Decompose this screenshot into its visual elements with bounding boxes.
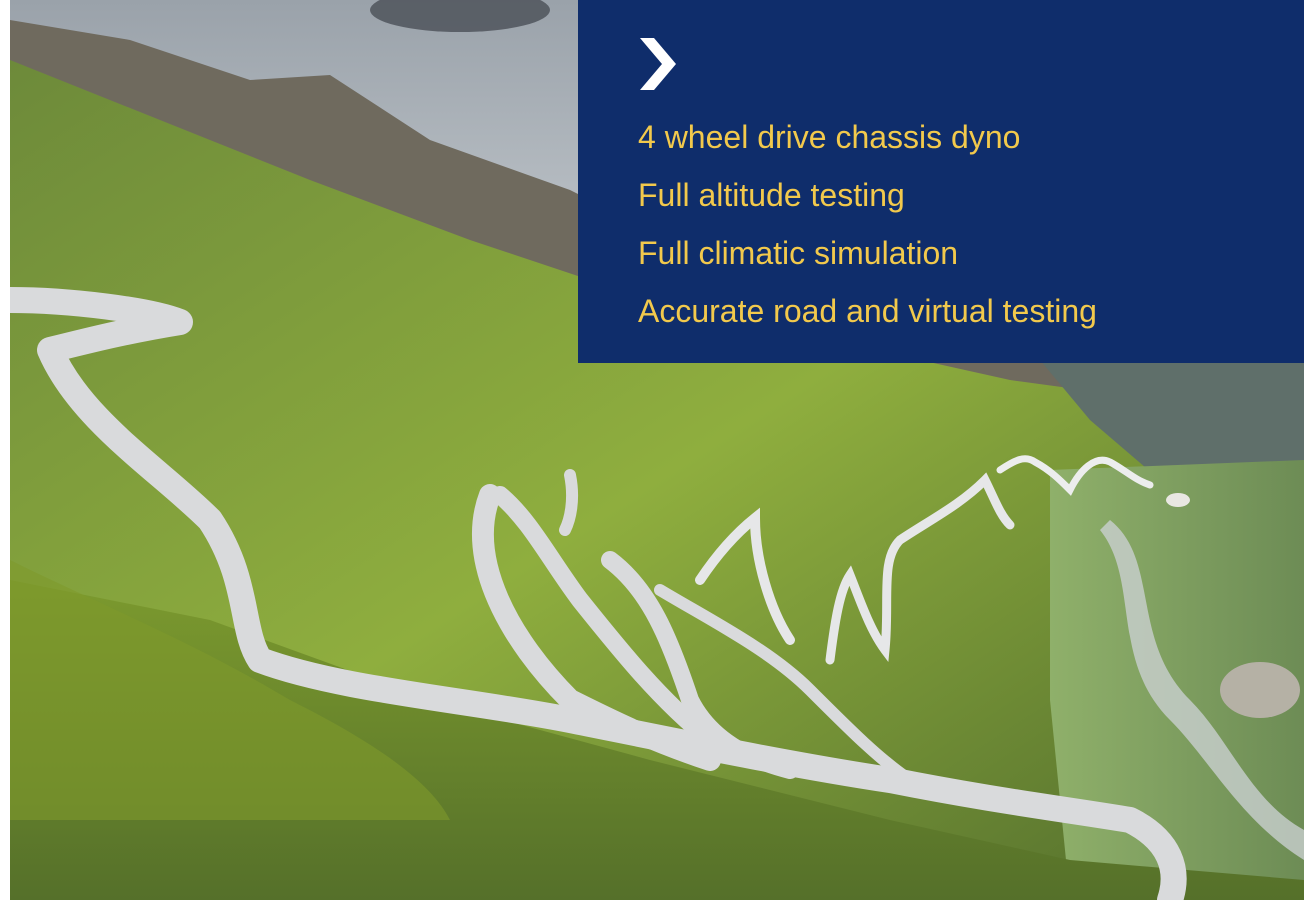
feature-list: 4 wheel drive chassis dyno Full altitude… (638, 108, 1304, 340)
feature-item: 4 wheel drive chassis dyno (638, 119, 1021, 155)
page: 4 wheel drive chassis dyno Full altitude… (0, 0, 1304, 900)
feature-item: Full altitude testing (638, 177, 905, 213)
chevron-right-icon (640, 38, 676, 90)
feature-item: Accurate road and virtual testing (638, 293, 1097, 329)
feature-item: Full climatic simulation (638, 235, 959, 271)
features-panel: 4 wheel drive chassis dyno Full altitude… (578, 0, 1304, 363)
